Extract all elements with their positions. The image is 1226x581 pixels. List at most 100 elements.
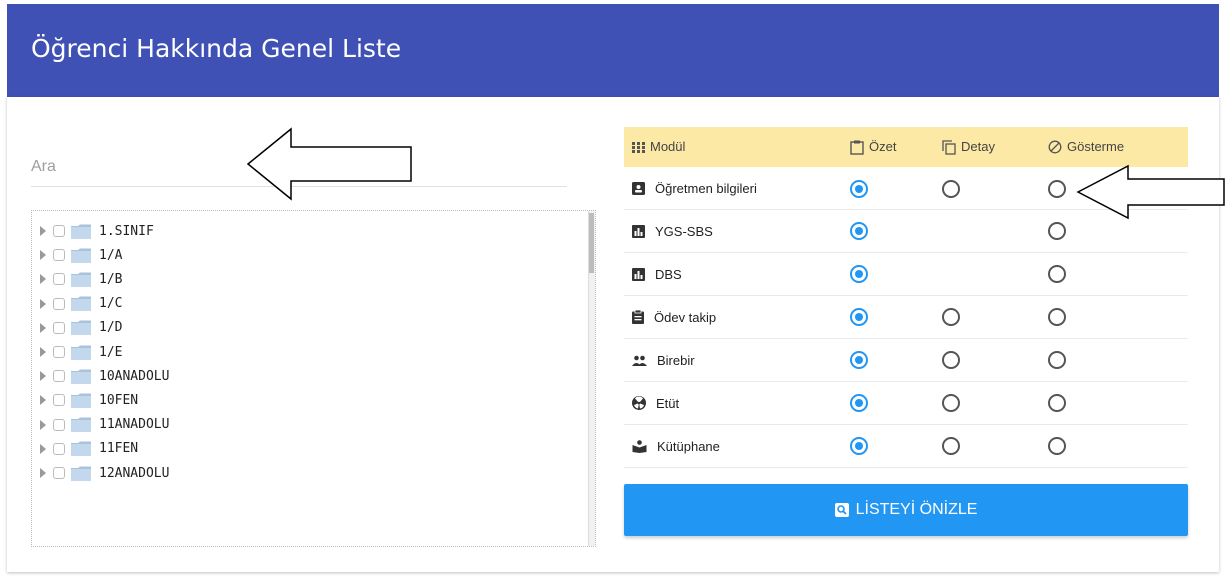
module-name-label: Ödev takip [654,309,717,325]
expand-arrow-icon[interactable] [40,274,46,285]
tree-item-label: 1.SINIF [99,223,154,239]
module-name: Birebir [632,339,695,381]
expand-arrow-icon[interactable] [40,298,46,309]
tree-item-checkbox[interactable] [53,249,65,262]
tree-item[interactable]: 1/C [40,292,122,316]
tree-item-checkbox[interactable] [53,418,65,431]
copy-icon [942,139,956,155]
expand-arrow-icon[interactable] [40,226,46,236]
radio-hide[interactable] [1048,437,1066,455]
reader-icon [632,439,652,453]
radio-summary[interactable] [850,222,868,240]
preview-list-button-label: LİSTEYİ ÖNİZLE [855,501,978,518]
search-box-icon [834,503,849,517]
module-row: Etüt [624,382,1188,425]
radio-detail[interactable] [942,180,960,198]
expand-arrow-icon[interactable] [40,468,46,478]
module-row: DBS [624,253,1188,296]
module-row: Ödev takip [624,296,1188,339]
preview-list-button[interactable]: LİSTEYİ ÖNİZLE [624,484,1188,536]
radiation-icon [632,396,651,410]
column-module: Modül [632,127,685,167]
folder-icon [71,320,91,336]
module-row: Birebir [624,339,1188,382]
radio-summary[interactable] [850,265,868,283]
tree-item[interactable]: 1/E [40,340,122,364]
annotation-arrow-left-table [1076,164,1225,220]
tree-item-label: 12ANADOLU [99,465,170,481]
expand-arrow-icon[interactable] [40,250,46,261]
tree-item[interactable]: 1/D [40,316,122,340]
tree-item-checkbox[interactable] [53,225,65,237]
tree-item[interactable]: 12ANADOLU [40,461,169,485]
column-summary: Özet [850,127,896,167]
module-name-label: YGS-SBS [655,223,713,239]
module-name-label: Öğretmen bilgileri [655,180,757,196]
module-name-label: Etüt [656,395,680,411]
tree-item-label: 1/A [99,247,123,263]
radio-hide[interactable] [1048,394,1066,412]
tree-item-label: 1/B [99,271,123,287]
tree-item[interactable]: 10FEN [40,388,138,412]
tree-item-label: 11FEN [99,441,139,457]
bar-chart-icon [632,224,650,238]
expand-arrow-icon[interactable] [40,395,46,406]
module-name-label: DBS [655,266,682,282]
module-name-label: Kütüphane [657,438,720,454]
radio-summary[interactable] [850,180,868,198]
annotation-arrow-left [246,127,412,201]
folder-icon [71,345,91,360]
tree-item[interactable]: 10ANADOLU [40,364,169,388]
column-module-label: Modül [650,139,686,154]
clipboard-icon [632,310,649,324]
expand-arrow-icon[interactable] [40,347,46,357]
tree-item-checkbox[interactable] [53,442,65,455]
tree-scrollbar-thumb[interactable] [589,213,594,273]
tree-item-checkbox[interactable] [53,394,65,407]
tree-item-checkbox[interactable] [53,297,65,310]
radio-summary[interactable] [850,308,868,326]
tree-item-label: 10ANADOLU [99,368,170,384]
radio-summary[interactable] [850,437,868,455]
radio-summary[interactable] [850,394,868,412]
expand-arrow-icon[interactable] [40,443,46,454]
tree-item-checkbox[interactable] [53,273,65,286]
expand-arrow-icon[interactable] [40,322,46,333]
expand-arrow-icon[interactable] [40,371,46,382]
expand-arrow-icon[interactable] [40,419,46,430]
tree-item[interactable]: 1/B [40,267,122,291]
tree-item-checkbox[interactable] [53,370,65,383]
folder-icon [71,296,91,312]
folder-icon [71,369,91,384]
module-name: DBS [632,253,682,295]
tree-item[interactable]: 11FEN [40,437,138,461]
radio-hide[interactable] [1048,222,1066,240]
module-name: Ödev takip [632,296,716,338]
column-detail-label: Detay [961,139,995,154]
tree-item[interactable]: 11ANADOLU [40,413,169,437]
class-tree[interactable]: 1.SINIF 1/A 1/B 1/C 1/D 1/E 10ANADOLU 10FEN 11AN… [31,210,596,547]
radio-hide[interactable] [1048,351,1066,369]
tree-item[interactable]: 1/A [40,243,122,267]
id-card-icon [632,181,650,195]
module-table-header: Modül Özet Detay Gösterme [624,127,1188,167]
radio-detail[interactable] [942,394,960,412]
tree-item[interactable]: 1.SINIF [40,219,154,243]
folder-icon [71,272,91,287]
module-name: Etüt [632,382,679,424]
folder-icon [71,224,91,239]
radio-hide[interactable] [1048,265,1066,283]
tree-item-checkbox[interactable] [53,321,65,334]
tree-item-checkbox[interactable] [53,346,65,358]
tree-scrollbar[interactable] [588,211,595,546]
radio-hide[interactable] [1048,308,1066,326]
radio-detail[interactable] [942,351,960,369]
tree-item-label: 10FEN [99,392,139,408]
radio-hide[interactable] [1048,180,1066,198]
radio-detail[interactable] [942,308,960,326]
tree-item-checkbox[interactable] [53,467,65,479]
column-hide-label: Gösterme [1067,139,1125,154]
radio-detail[interactable] [942,437,960,455]
radio-summary[interactable] [850,351,868,369]
folder-icon [71,441,91,457]
